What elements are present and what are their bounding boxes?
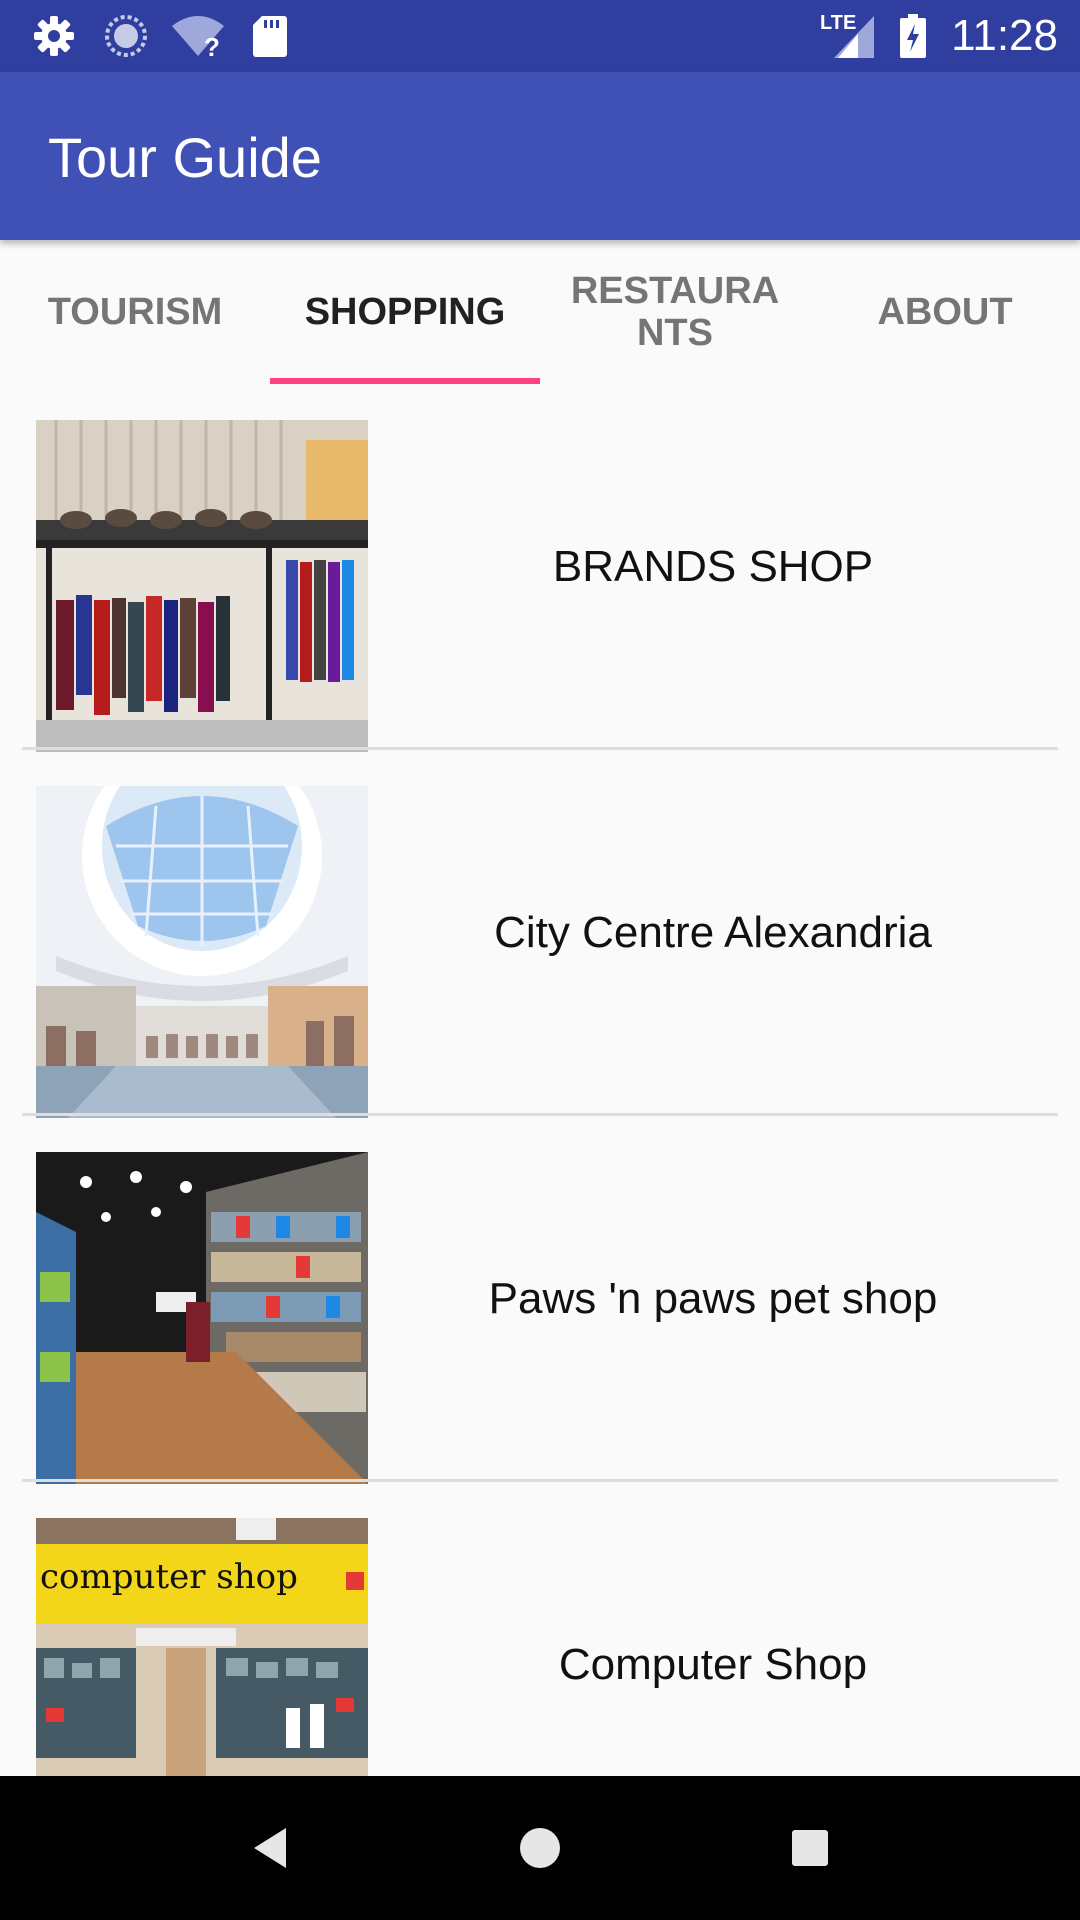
app-bar: Tour Guide <box>0 72 1080 240</box>
tab-label: SHOPPING <box>304 291 506 333</box>
shop-name: City Centre Alexandria <box>494 908 932 957</box>
sync-icon <box>105 15 147 57</box>
shop-name: Computer Shop <box>558 1640 868 1689</box>
shop-name: Paws 'n paws pet shop <box>488 1274 938 1323</box>
recents-icon[interactable] <box>782 1820 838 1876</box>
tab-label: RESTAURA NTS <box>570 270 780 354</box>
app-title: Tour Guide <box>48 126 322 189</box>
tab-bar: TOURISM SHOPPING RESTAURA NTS ABOUT <box>0 240 1080 384</box>
list-item[interactable]: BRANDS SHOP <box>22 384 1058 752</box>
computer-shop-photo: computer shop <box>36 1518 368 1776</box>
tab-tourism[interactable]: TOURISM <box>0 240 270 384</box>
list-item[interactable]: Paws 'n paws pet shop <box>22 1116 1058 1484</box>
signal-icon <box>834 16 874 58</box>
pet-shop-photo <box>36 1152 368 1484</box>
home-icon[interactable] <box>512 1820 568 1876</box>
battery-charging-icon <box>900 14 926 58</box>
wifi-unknown-icon: ? <box>172 16 224 60</box>
back-icon[interactable] <box>244 1820 300 1876</box>
list-item[interactable]: computer shop Computer Shop <box>22 1482 1058 1776</box>
shop-list[interactable]: BRANDS SHOP City Centre Alexandria Paws … <box>0 384 1080 1776</box>
svg-text:?: ? <box>204 32 220 60</box>
tab-shopping[interactable]: SHOPPING <box>270 240 540 384</box>
sign-lettering: computer shop <box>40 1557 298 1597</box>
status-time: 11:28 <box>951 11 1058 60</box>
navigation-bar <box>0 1776 1080 1920</box>
list-item[interactable]: City Centre Alexandria <box>22 750 1058 1118</box>
sd-card-icon <box>253 16 287 57</box>
tab-label: ABOUT <box>877 291 1013 333</box>
tab-label: TOURISM <box>47 291 223 333</box>
clothing-store-photo <box>36 420 368 752</box>
tab-about[interactable]: ABOUT <box>810 240 1080 384</box>
status-bar: ? LTE 11:28 <box>0 0 1080 72</box>
shop-name: BRANDS SHOP <box>552 542 874 591</box>
settings-icon <box>34 16 74 56</box>
mall-interior-photo <box>36 786 368 1118</box>
tab-restaurants[interactable]: RESTAURA NTS <box>540 240 810 384</box>
